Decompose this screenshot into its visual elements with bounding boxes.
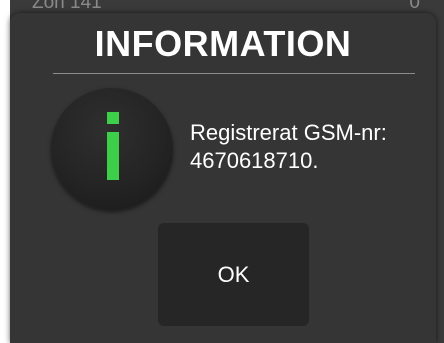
message-line-1: Registrerat GSM-nr: xyxy=(190,120,387,145)
info-icon xyxy=(51,88,173,210)
dialog-title: INFORMATION xyxy=(94,23,352,64)
information-dialog: INFORMATION Registrerat GSM-nr: 46706187… xyxy=(10,13,436,343)
background-zone-label: Zon 141 xyxy=(32,0,102,13)
ok-button[interactable]: OK xyxy=(158,223,309,326)
info-icon-stem xyxy=(107,132,119,180)
background-value: 0 xyxy=(409,0,420,13)
message-line-2: 4670618710. xyxy=(190,148,319,173)
dialog-message: Registrerat GSM-nr: 4670618710. xyxy=(190,119,430,175)
info-icon-dot xyxy=(107,112,119,124)
screen: Zon 141 0 INFORMATION Registrerat GSM-nr… xyxy=(0,0,444,343)
dialog-divider xyxy=(53,73,415,74)
